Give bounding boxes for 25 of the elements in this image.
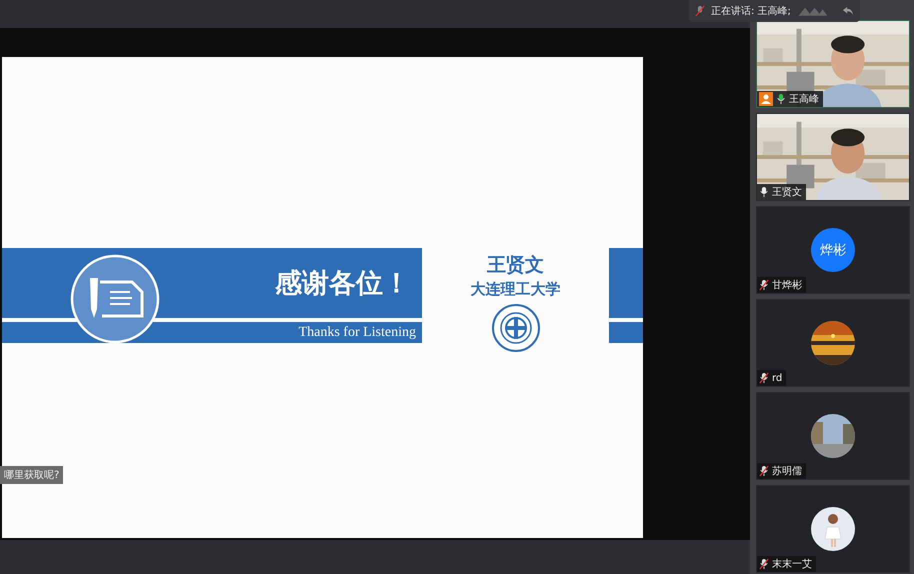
participant-tile[interactable]: 苏明儒	[756, 392, 910, 480]
participant-tile[interactable]: rd	[756, 299, 910, 387]
banner-strip	[609, 322, 643, 343]
university-name: 大连理工大学	[470, 280, 560, 299]
avatar-initials: 烨彬	[811, 228, 855, 272]
participant-tile[interactable]: 王贤文	[756, 113, 910, 201]
return-icon[interactable]	[842, 6, 854, 16]
participant-tile[interactable]: 烨彬 甘烨彬	[756, 206, 910, 294]
participant-name: 苏明儒	[772, 464, 802, 478]
muted-microphone-icon[interactable]	[695, 5, 705, 17]
document-pen-icon	[70, 254, 160, 344]
slide-subtitle: Thanks for Listening	[298, 324, 416, 340]
participant-name: 末末一艾	[772, 558, 812, 571]
participant-name: rd	[772, 372, 782, 384]
participant-name: 王贤文	[772, 186, 802, 199]
banner-strip	[609, 248, 643, 318]
participant-tile[interactable]: 王高峰	[756, 20, 910, 108]
presenter-name: 王贤文	[487, 253, 544, 278]
speaking-label: 正在讲话: 王高峰;	[711, 4, 791, 18]
slide-title: 感谢各位！	[275, 267, 410, 301]
participant-name: 王高峰	[789, 92, 819, 106]
university-seal-icon	[490, 303, 540, 353]
participant-name: 甘烨彬	[772, 278, 802, 292]
caption-text: 哪里获取呢?	[0, 466, 64, 484]
participant-tile[interactable]: 末末一艾	[756, 485, 910, 573]
